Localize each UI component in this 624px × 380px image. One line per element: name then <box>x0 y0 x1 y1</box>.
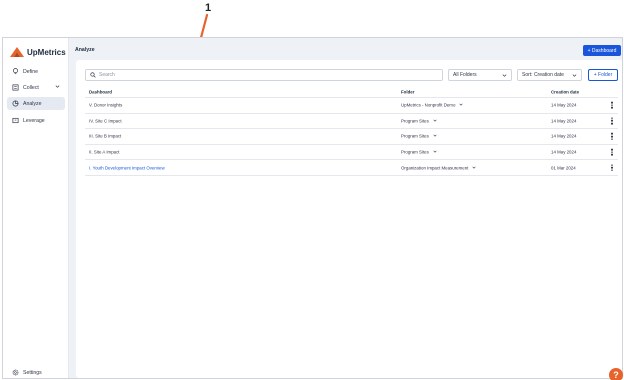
chevron-down-icon <box>572 74 577 77</box>
table-row[interactable]: I. Youth Development Impact Overview Org… <box>85 160 618 176</box>
table-header: Dashboard Folder Creation date <box>85 86 618 98</box>
sort-value: Sort: Creation date <box>522 72 564 78</box>
dashboard-name[interactable]: III. Site B Impact <box>89 134 121 139</box>
logo: UpMetrics <box>10 47 66 57</box>
leverage-icon <box>12 117 19 124</box>
folder-name: UpMetrics - Nonprofit Demo <box>401 102 456 108</box>
lightbulb-icon <box>13 68 18 75</box>
table-row[interactable]: IV. Site C Impact Program Sites 14 May 2… <box>85 114 618 130</box>
creation-date: 01 Mar 2024 <box>551 165 576 171</box>
folder-name: Program Sites <box>401 133 429 139</box>
more-options-icon[interactable] <box>611 101 613 109</box>
sidebar-item-label: Collect <box>23 84 39 91</box>
chevron-down-icon <box>433 119 437 122</box>
chevron-down-icon <box>433 135 437 138</box>
folder-select[interactable]: UpMetrics - Nonprofit Demo <box>401 103 463 108</box>
help-button[interactable]: ? <box>609 368 623 380</box>
sidebar-item-collect[interactable]: Collect <box>7 81 65 94</box>
folder-select[interactable]: Program Sites <box>401 118 437 123</box>
annotation-number: 1 <box>205 2 212 14</box>
sidebar-item-label: Leverage <box>23 117 45 124</box>
creation-date: 14 May 2024 <box>551 149 577 155</box>
folder-name: Program Sites <box>401 149 429 155</box>
dashboard-name[interactable]: IV. Site C Impact <box>89 118 122 123</box>
settings-label: Settings <box>23 369 42 376</box>
folder-select[interactable]: Organization Impact Measurement <box>401 165 476 170</box>
more-options-icon[interactable] <box>611 164 613 172</box>
help-icon: ? <box>613 370 619 380</box>
more-options-icon[interactable] <box>611 148 613 156</box>
column-header-creation-date[interactable]: Creation date <box>551 89 579 94</box>
sidebar-item-define[interactable]: Define <box>7 65 65 78</box>
folder-name: Organization Impact Measurement <box>401 165 469 171</box>
chevron-down-icon <box>502 74 507 77</box>
chevron-down-icon <box>459 103 463 106</box>
app-window: UpMetrics Define Collect Analyze Leverag… <box>2 37 623 379</box>
gear-icon <box>12 369 19 376</box>
sidebar-item-label: Analyze <box>23 100 42 107</box>
add-folder-button[interactable]: + Folder <box>588 69 618 81</box>
page: 1 UpMetrics Define Collect Analyze Lever… <box>0 0 624 380</box>
chevron-down-icon <box>433 150 437 153</box>
dashboard-name-link[interactable]: I. Youth Development Impact Overview <box>89 165 165 170</box>
table-row[interactable]: III. Site B Impact Program Sites 14 May … <box>85 129 618 145</box>
dashboard-name[interactable]: II. Site A Impact <box>89 150 120 155</box>
dashboard-name[interactable]: V. Donor Insights <box>89 103 122 108</box>
creation-date: 14 May 2024 <box>551 102 577 108</box>
sort-select[interactable]: Sort: Creation date <box>517 69 582 81</box>
search-icon <box>90 72 96 78</box>
folder-name: Program Sites <box>401 118 429 124</box>
analyze-icon <box>12 100 19 107</box>
sidebar-item-settings[interactable]: Settings <box>12 369 42 376</box>
sidebar-item-analyze[interactable]: Analyze <box>7 97 65 110</box>
search-input[interactable]: Search <box>85 69 443 81</box>
folder-filter-select[interactable]: All Folders <box>448 69 512 81</box>
creation-date: 14 May 2024 <box>551 118 577 124</box>
creation-date: 14 May 2024 <box>551 133 577 139</box>
column-header-dashboard[interactable]: Dashboard <box>89 89 112 94</box>
table-row[interactable]: V. Donor Insights UpMetrics - Nonprofit … <box>85 98 618 114</box>
dashboard-list-panel: Search All Folders Sort: Creation date +… <box>76 60 622 378</box>
add-dashboard-button[interactable]: + Dashboard <box>583 45 621 56</box>
logo-text: UpMetrics <box>27 47 66 57</box>
sidebar-item-leverage[interactable]: Leverage <box>7 114 65 127</box>
folder-filter-value: All Folders <box>453 72 477 78</box>
table-row[interactable]: II. Site A Impact Program Sites 14 May 2… <box>85 145 618 161</box>
page-title: Analyze <box>75 47 95 53</box>
more-options-icon[interactable] <box>611 133 613 140</box>
chevron-down-icon <box>55 85 60 88</box>
column-header-folder[interactable]: Folder <box>401 89 414 94</box>
chevron-down-icon <box>472 166 476 169</box>
sidebar-item-label: Define <box>23 68 38 75</box>
more-options-icon[interactable] <box>611 117 613 125</box>
search-placeholder: Search <box>99 72 115 78</box>
sidebar: UpMetrics Define Collect Analyze Leverag… <box>3 38 69 378</box>
upmetrics-logo-icon <box>10 47 24 57</box>
folder-select[interactable]: Program Sites <box>401 150 437 155</box>
folder-select[interactable]: Program Sites <box>401 134 437 139</box>
dashboard-table: Dashboard Folder Creation date V. Donor … <box>85 86 618 176</box>
collect-icon <box>12 84 19 91</box>
